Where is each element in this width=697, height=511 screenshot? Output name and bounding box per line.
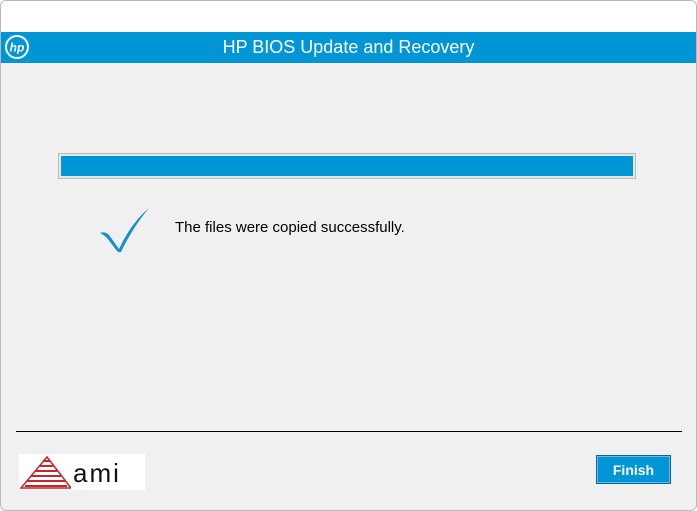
installer-window: hp HP BIOS Update and Recovery The files…	[0, 0, 697, 511]
progress-bar-fill	[61, 156, 633, 176]
ami-mountain-icon	[19, 455, 71, 489]
finish-button[interactable]: Finish	[596, 455, 671, 484]
window-title-bar	[1, 1, 696, 32]
ami-logo-icon: ami	[19, 454, 145, 490]
window-title: HP BIOS Update and Recovery	[222, 37, 475, 57]
status-message: The files were copied successfully.	[175, 219, 405, 236]
progress-bar	[58, 153, 636, 179]
footer-divider	[16, 431, 682, 432]
ami-logo-text: ami	[73, 458, 121, 488]
checkmark-icon	[100, 208, 149, 253]
header-banner: hp HP BIOS Update and Recovery	[1, 32, 696, 63]
